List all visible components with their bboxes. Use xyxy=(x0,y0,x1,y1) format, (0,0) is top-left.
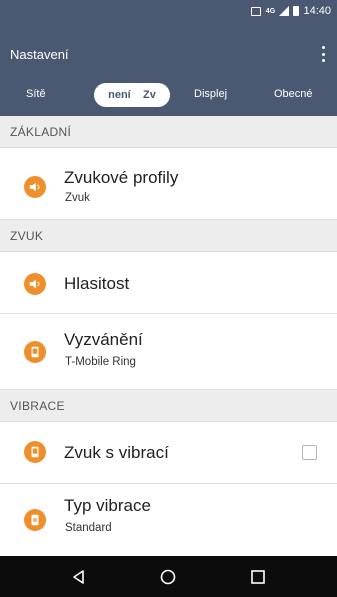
tab-displej[interactable]: Displej xyxy=(194,88,227,100)
list-item-title: Zvukové profily xyxy=(64,168,179,187)
tab-zvuk-partial-1[interactable]: není xyxy=(108,89,131,101)
tab-site[interactable]: Sítě xyxy=(26,88,46,100)
status-time: 14:40 xyxy=(303,5,331,17)
tab-obecne[interactable]: Obecné xyxy=(274,88,313,100)
section-header-zvuk: ZVUK xyxy=(0,220,337,252)
section-header-vibrace: VIBRACE xyxy=(0,390,337,422)
list-item-title: Hlasitost xyxy=(64,274,130,293)
list-item-zvukove-profily[interactable]: Zvukové profily Zvuk xyxy=(0,148,337,220)
recents-icon[interactable] xyxy=(247,566,269,588)
list-item-typ-vibrace[interactable]: Typ vibrace Standard xyxy=(0,484,337,556)
nfc-icon xyxy=(251,6,262,16)
vibrate-checkbox[interactable] xyxy=(302,445,317,460)
app-bar: Nastavení xyxy=(0,22,337,74)
list-item-vyzvaneni[interactable]: Vyzvánění T-Mobile Ring xyxy=(0,314,337,390)
home-icon[interactable] xyxy=(157,566,179,588)
page-title: Nastavení xyxy=(10,47,69,62)
tab-bar: Sítě není Zv Displej Obecné xyxy=(0,74,337,116)
phone-ring-icon xyxy=(24,341,46,363)
vibrate-icon xyxy=(24,441,46,463)
section-header-zakladni: ZÁKLADNÍ xyxy=(0,116,337,148)
list-item-hlasitost[interactable]: Hlasitost xyxy=(0,252,337,314)
list-item-subtitle: Zvuk xyxy=(65,192,90,204)
tab-selected-pill[interactable]: není Zv xyxy=(94,83,170,107)
navigation-bar xyxy=(0,556,337,597)
list-item-zvuk-s-vibraci[interactable]: Zvuk s vibrací xyxy=(0,422,337,484)
speaker-icon xyxy=(24,273,46,295)
overflow-menu-icon[interactable] xyxy=(321,46,325,62)
signal-icon xyxy=(279,6,290,16)
status-bar: 4G 14:40 xyxy=(0,0,337,22)
tab-zvuk-partial-2[interactable]: Zv xyxy=(143,89,156,101)
list-item-subtitle: T-Mobile Ring xyxy=(65,356,136,368)
vibrate-icon xyxy=(24,509,46,531)
4g-icon: 4G xyxy=(265,7,276,15)
list-item-title: Vyzvánění xyxy=(64,330,143,349)
speaker-icon xyxy=(24,176,46,198)
back-icon[interactable] xyxy=(68,566,90,588)
list-item-title: Zvuk s vibrací xyxy=(64,443,169,462)
list-item-title: Typ vibrace xyxy=(64,496,151,515)
list-item-subtitle: Standard xyxy=(65,522,112,534)
battery-icon xyxy=(293,6,300,16)
